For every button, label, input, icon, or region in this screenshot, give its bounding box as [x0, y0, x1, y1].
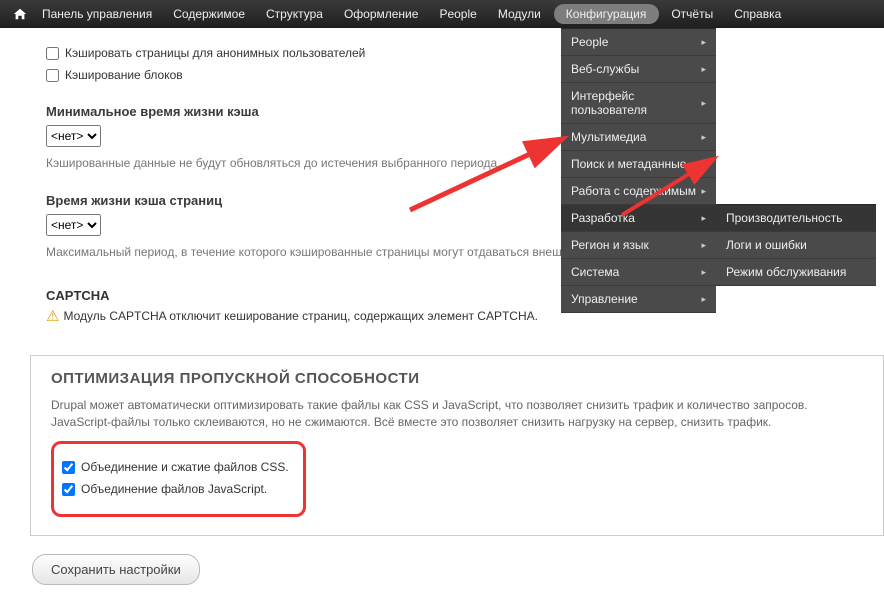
- page-cache-lifetime-select[interactable]: <нет>: [46, 214, 101, 236]
- cache-anon-checkbox-row[interactable]: Кэшировать страницы для анонимных пользо…: [46, 46, 884, 60]
- toolbar-item-configuration[interactable]: Конфигурация: [554, 4, 660, 24]
- toolbar-item-reports[interactable]: Отчёты: [661, 0, 724, 28]
- chevron-right-icon: ▸: [701, 96, 706, 110]
- min-cache-lifetime-select[interactable]: <нет>: [46, 125, 101, 147]
- config-submenu-item[interactable]: Интерфейс пользователя▸: [561, 83, 716, 124]
- config-submenu-item[interactable]: Веб-службы▸: [561, 56, 716, 83]
- min-cache-lifetime-desc: Кэшированные данные не будут обновляться…: [46, 155, 884, 171]
- config-submenu-item[interactable]: Регион и язык▸: [561, 232, 716, 259]
- admin-toolbar: Панель управления Содержимое Структура О…: [0, 0, 884, 28]
- captcha-warning-row: ⚠ Модуль CAPTCHA отключит кеширование ст…: [46, 307, 884, 325]
- captcha-warning-text: Модуль CAPTCHA отключит кеширование стра…: [63, 309, 538, 323]
- development-submenu-item[interactable]: Режим обслуживания: [716, 259, 876, 286]
- toolbar-item-dashboard[interactable]: Панель управления: [32, 0, 163, 28]
- chevron-right-icon: ▸: [701, 238, 706, 252]
- config-submenu-item[interactable]: Система▸: [561, 259, 716, 286]
- aggregate-js-checkbox[interactable]: [62, 483, 75, 496]
- toolbar-item-modules[interactable]: Модули: [488, 0, 552, 28]
- toolbar-item-people[interactable]: People: [429, 0, 487, 28]
- toolbar-item-structure[interactable]: Структура: [256, 0, 334, 28]
- toolbar-item-content[interactable]: Содержимое: [163, 0, 256, 28]
- highlight-box: Объединение и сжатие файлов CSS. Объедин…: [51, 441, 306, 517]
- aggregate-js-label: Объединение файлов JavaScript.: [81, 482, 267, 496]
- config-submenu: People▸Веб-службы▸Интерфейс пользователя…: [561, 28, 716, 313]
- captcha-heading: CAPTCHA: [46, 288, 884, 303]
- config-submenu-item[interactable]: People▸: [561, 29, 716, 56]
- development-submenu-item[interactable]: Производительность: [716, 205, 876, 232]
- chevron-right-icon: ▸: [701, 35, 706, 49]
- bandwidth-optimization-fieldset: ОПТИМИЗАЦИЯ ПРОПУСКНОЙ СПОСОБНОСТИ Drupa…: [30, 355, 884, 536]
- cache-blocks-checkbox-row[interactable]: Кэширование блоков: [46, 68, 884, 82]
- cache-blocks-label: Кэширование блоков: [65, 68, 183, 82]
- aggregate-css-row[interactable]: Объединение и сжатие файлов CSS.: [62, 460, 289, 474]
- config-submenu-item[interactable]: Поиск и метаданные▸: [561, 151, 716, 178]
- chevron-right-icon: ▸: [701, 211, 706, 225]
- home-icon[interactable]: [8, 0, 32, 28]
- chevron-right-icon: ▸: [701, 157, 706, 171]
- min-cache-lifetime-label: Минимальное время жизни кэша: [46, 104, 884, 119]
- toolbar-item-help[interactable]: Справка: [724, 0, 792, 28]
- cache-anon-label: Кэшировать страницы для анонимных пользо…: [65, 46, 365, 60]
- aggregate-css-checkbox[interactable]: [62, 461, 75, 474]
- development-submenu: ПроизводительностьЛоги и ошибкиРежим обс…: [716, 204, 876, 286]
- save-button[interactable]: Сохранить настройки: [32, 554, 200, 585]
- config-submenu-item[interactable]: Управление▸: [561, 286, 716, 313]
- config-submenu-item[interactable]: Разработка▸: [561, 205, 716, 232]
- bandwidth-optimization-title: ОПТИМИЗАЦИЯ ПРОПУСКНОЙ СПОСОБНОСТИ: [51, 370, 863, 387]
- chevron-right-icon: ▸: [701, 62, 706, 76]
- chevron-right-icon: ▸: [701, 184, 706, 198]
- toolbar-item-appearance[interactable]: Оформление: [334, 0, 429, 28]
- config-submenu-item[interactable]: Мультимедиа▸: [561, 124, 716, 151]
- config-submenu-item[interactable]: Работа с содержимым▸: [561, 178, 716, 205]
- chevron-right-icon: ▸: [701, 265, 706, 279]
- page-content: Кэшировать страницы для анонимных пользо…: [0, 28, 884, 605]
- chevron-right-icon: ▸: [701, 130, 706, 144]
- aggregate-css-label: Объединение и сжатие файлов CSS.: [81, 460, 289, 474]
- warning-icon: ⚠: [46, 307, 59, 325]
- chevron-right-icon: ▸: [701, 292, 706, 306]
- cache-anon-checkbox[interactable]: [46, 47, 59, 60]
- cache-blocks-checkbox[interactable]: [46, 69, 59, 82]
- aggregate-js-row[interactable]: Объединение файлов JavaScript.: [62, 482, 289, 496]
- development-submenu-item[interactable]: Логи и ошибки: [716, 232, 876, 259]
- bandwidth-optimization-desc: Drupal может автоматически оптимизироват…: [51, 397, 863, 431]
